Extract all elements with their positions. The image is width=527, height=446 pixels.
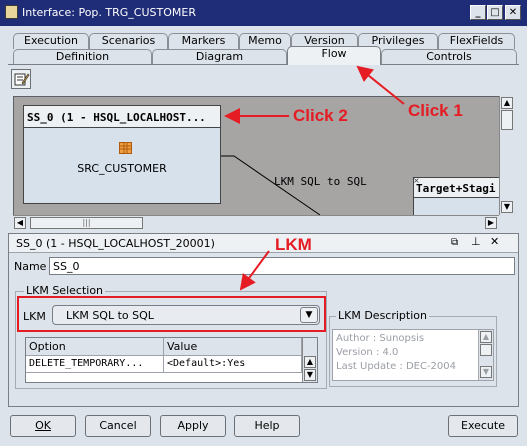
- tab-controls[interactable]: Controls: [381, 49, 517, 65]
- tab-flow[interactable]: Flow: [287, 46, 381, 65]
- tab-definition[interactable]: Definition: [13, 49, 152, 65]
- tab-divider: [8, 64, 519, 65]
- tab-diagram[interactable]: Diagram: [152, 49, 287, 65]
- annotation-arrows: [224, 65, 405, 291]
